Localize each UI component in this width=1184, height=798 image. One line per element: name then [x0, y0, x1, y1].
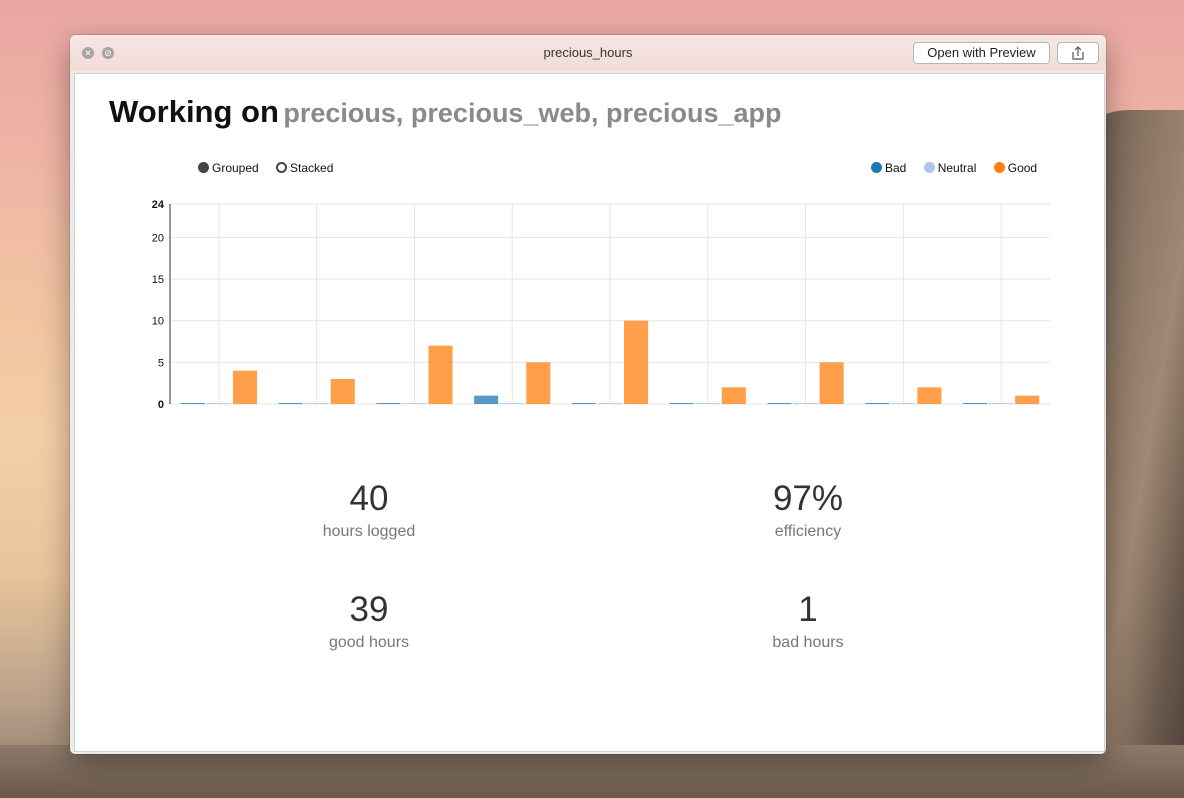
bar-good-4-5 — [330, 379, 355, 404]
mode-legend: Grouped Stacked — [198, 161, 347, 175]
bad-hours-value: 1 — [798, 590, 818, 629]
heading-lead: Working on — [109, 94, 279, 129]
heading-projects: precious, precious_web, precious_app — [283, 98, 782, 128]
stat-bad-hours: 1 bad hours — [658, 590, 958, 652]
bar-good-1-4 — [232, 370, 257, 404]
legend-neutral[interactable]: Neutral — [923, 161, 977, 175]
bar-bad-8-6 — [474, 395, 499, 404]
share-button[interactable] — [1057, 42, 1099, 64]
series-legend: Bad Neutral Good — [871, 161, 1037, 175]
y-tick-label: 24 — [152, 199, 165, 211]
y-tick-label: 0 — [158, 399, 164, 409]
bar-neutral-21-4 — [989, 403, 1014, 404]
bar-good-11-5 — [721, 387, 746, 404]
bar-bad-9-6 — [571, 403, 596, 404]
bar-bad-1-4 — [180, 403, 205, 404]
share-icon — [1072, 46, 1084, 60]
bar-neutral-4-5 — [304, 403, 329, 404]
stat-hours-logged: 40 hours logged — [219, 479, 519, 541]
bar-bad-4-5 — [278, 403, 303, 404]
mode-stacked-label: Stacked — [290, 161, 334, 175]
legend-bad-label: Bad — [885, 161, 907, 175]
stat-good-hours: 39 good hours — [219, 590, 519, 652]
bar-good-18-5 — [819, 362, 844, 404]
legend-good-label: Good — [1007, 161, 1038, 175]
grouped-radio-icon — [198, 162, 209, 173]
bar-neutral-20-4 — [891, 403, 916, 404]
title-bar: ✕ ⊘ precious_hours Open with Preview — [70, 35, 1106, 71]
legend-neutral-label: Neutral — [937, 161, 977, 175]
bar-neutral-11-5 — [695, 403, 720, 404]
bar-good-21-4 — [1015, 395, 1040, 404]
legend-bad-swatch — [871, 162, 882, 173]
bar-good-9-6 — [624, 320, 649, 404]
bar-neutral-5-6 — [402, 403, 427, 404]
bar-neutral-8-6 — [500, 403, 525, 404]
stat-efficiency: 97% efficiency — [658, 479, 958, 541]
preview-window: ✕ ⊘ precious_hours Open with Preview Wor… — [70, 35, 1106, 754]
good-hours-value: 39 — [349, 590, 389, 629]
bar-bad-11-5 — [669, 403, 694, 404]
bar-bad-21-4 — [963, 403, 988, 404]
hours-bar-chart: 05101520241/44/55/68/69/611/518/520/421/… — [152, 199, 1050, 409]
hours-logged-value: 40 — [349, 479, 389, 518]
mode-grouped-label: Grouped — [212, 161, 259, 175]
bar-neutral-9-6 — [597, 403, 623, 404]
good-hours-label: good hours — [328, 634, 410, 651]
document-content: Working on precious, precious_web, preci… — [74, 73, 1105, 752]
efficiency-value: 97% — [772, 479, 844, 518]
bar-good-20-4 — [917, 387, 942, 404]
efficiency-label: efficiency — [774, 523, 842, 540]
legend-bad[interactable]: Bad — [871, 161, 906, 175]
bar-bad-5-6 — [376, 403, 401, 404]
bar-good-5-6 — [428, 345, 453, 404]
y-tick-label: 10 — [152, 316, 164, 328]
hours-logged-label: hours logged — [322, 523, 416, 540]
stacked-radio-icon — [276, 162, 288, 173]
bar-neutral-18-5 — [793, 403, 818, 404]
open-with-preview-button[interactable]: Open with Preview — [913, 42, 1050, 64]
legend-neutral-swatch — [923, 162, 935, 173]
mode-grouped[interactable]: Grouped — [198, 161, 259, 175]
page-heading: Working on precious, precious_web, preci… — [109, 94, 782, 130]
y-tick-label: 15 — [152, 274, 164, 286]
bar-neutral-1-4 — [206, 403, 231, 404]
bad-hours-label: bad hours — [772, 634, 844, 651]
y-tick-label: 20 — [152, 232, 164, 244]
mode-stacked[interactable]: Stacked — [276, 161, 333, 175]
legend-good[interactable]: Good — [993, 161, 1038, 175]
bar-bad-18-5 — [767, 403, 792, 404]
y-tick-label: 5 — [158, 357, 164, 369]
bar-bad-20-4 — [865, 403, 890, 404]
legend-good-swatch — [993, 162, 1005, 173]
bar-good-8-6 — [526, 362, 551, 404]
